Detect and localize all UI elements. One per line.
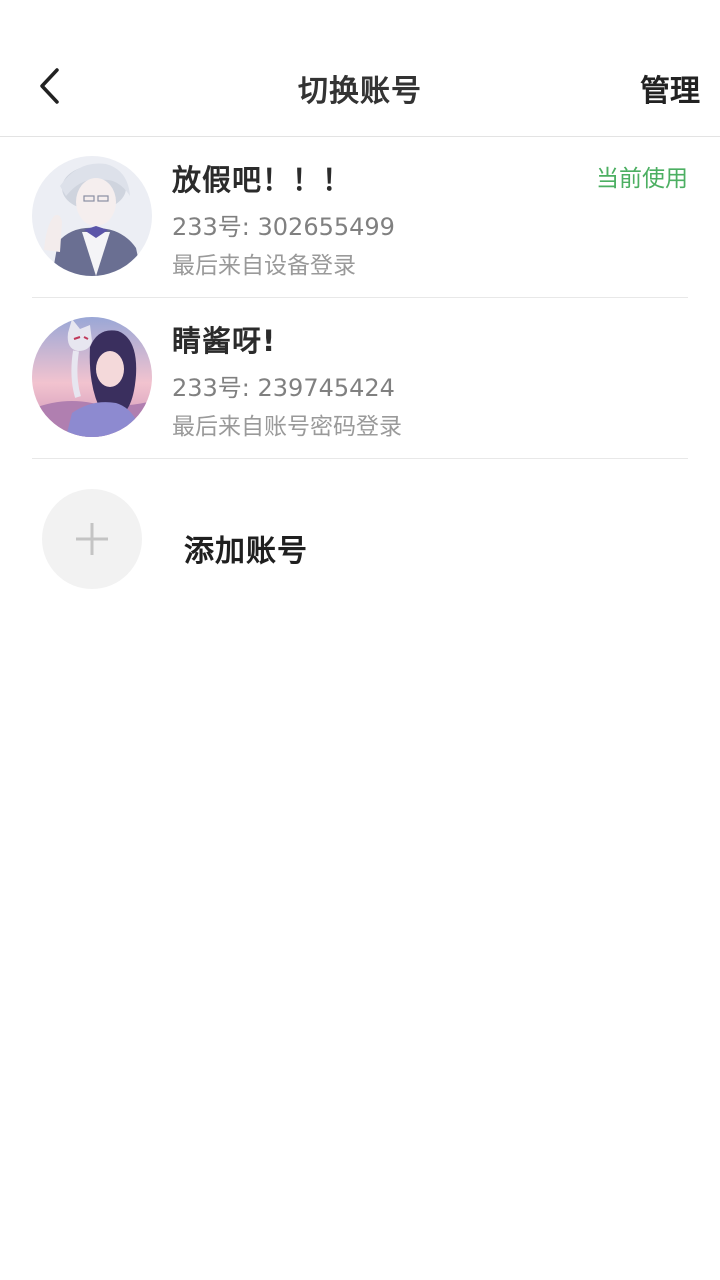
- top-bar: 切换账号 管理: [0, 0, 720, 137]
- page-title: 切换账号: [298, 74, 422, 109]
- avatar: [32, 156, 152, 276]
- account-name: 睛酱呀!: [172, 324, 277, 358]
- current-use-badge: 当前使用: [596, 166, 688, 192]
- account-name: 放假吧！！！: [172, 163, 353, 197]
- account-item-2[interactable]: 睛酱呀! 233号: 239745424 最后来自账号密码登录: [32, 298, 688, 459]
- add-account-circle: [42, 489, 142, 589]
- last-login-source: 最后来自设备登录: [172, 253, 356, 279]
- add-account-label: 添加账号: [184, 534, 308, 569]
- account-item-1[interactable]: 放假吧！！！ 233号: 302655499 最后来自设备登录 当前使用: [32, 137, 688, 298]
- last-login-source: 最后来自账号密码登录: [172, 414, 402, 440]
- manage-button[interactable]: 管理: [640, 66, 700, 110]
- account-id: 233号: 239745424: [172, 374, 395, 402]
- add-account-button[interactable]: 添加账号: [32, 470, 688, 610]
- switch-account-screen: 切换账号 管理 放假吧！！！ 233号: 302655499 最后来自设备登录 …: [0, 0, 720, 1280]
- avatar: [32, 317, 152, 437]
- plus-icon: [76, 523, 108, 555]
- account-id: 233号: 302655499: [172, 213, 395, 241]
